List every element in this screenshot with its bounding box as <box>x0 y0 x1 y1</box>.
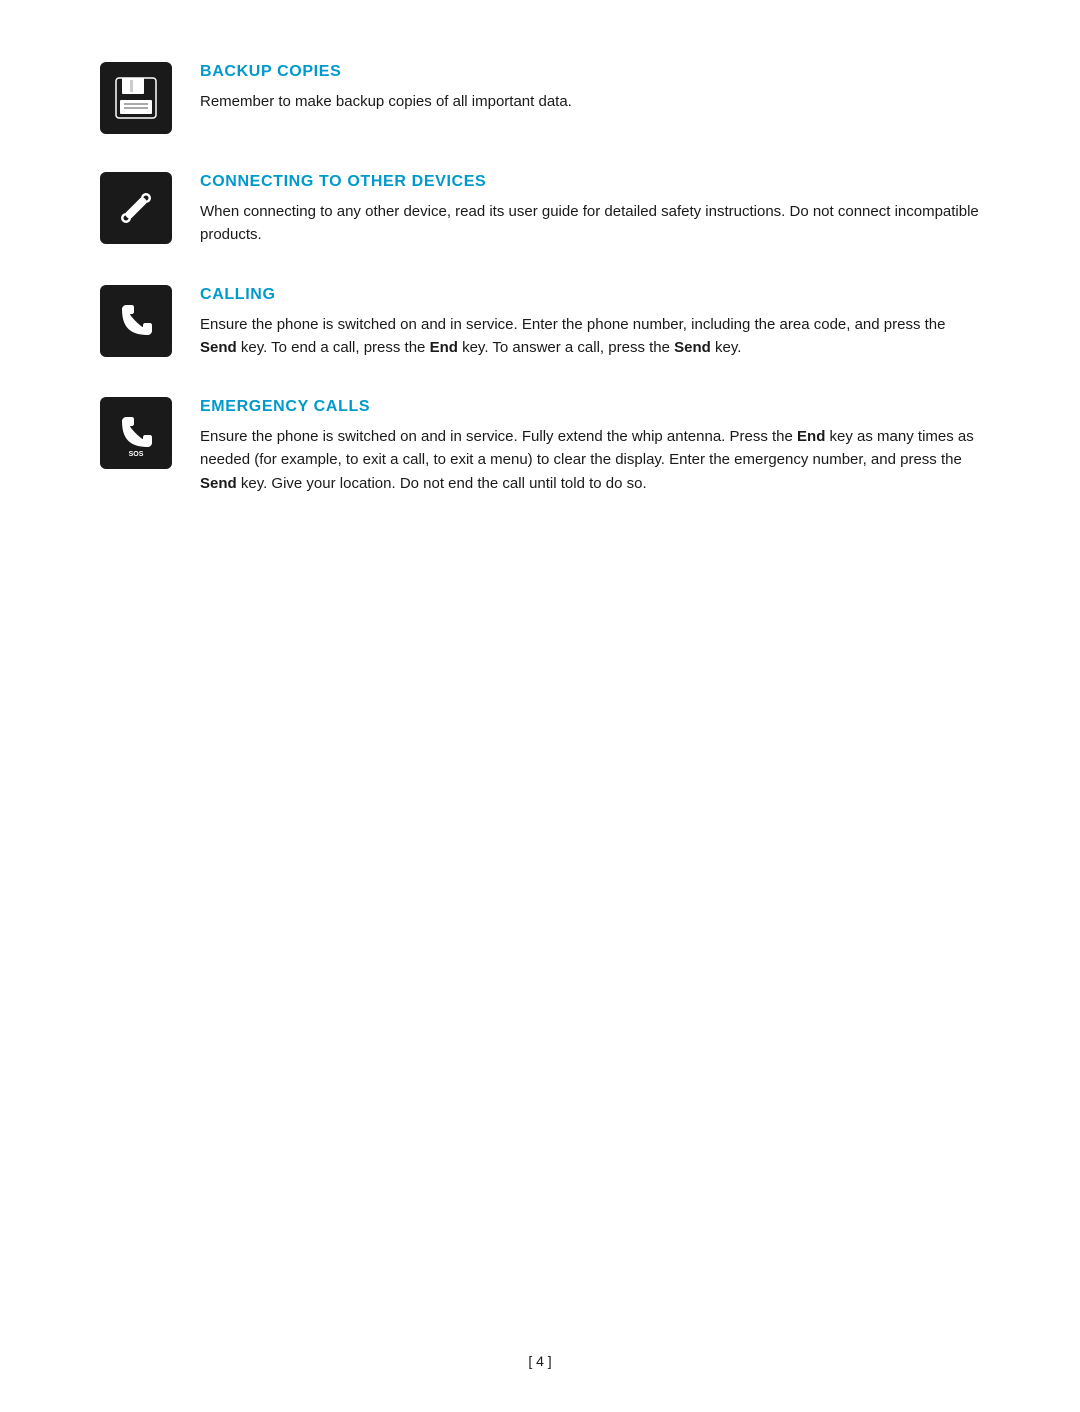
page-number: [ 4 ] <box>0 1351 1080 1372</box>
connecting-icon <box>112 184 160 232</box>
backup-copies-content: BACKUP COPIES Remember to make backup co… <box>200 60 980 113</box>
connecting-content: CONNECTING TO OTHER DEVICES When connect… <box>200 170 980 247</box>
section-backup-copies: BACKUP COPIES Remember to make backup co… <box>100 60 980 134</box>
backup-copies-icon-box <box>100 62 172 134</box>
connecting-icon-box <box>100 172 172 244</box>
emergency-calls-title: EMERGENCY CALLS <box>200 395 980 419</box>
svg-text:SOS: SOS <box>129 451 144 457</box>
phone-icon <box>112 297 160 345</box>
backup-copies-title: BACKUP COPIES <box>200 60 980 84</box>
phone-sos-icon: SOS <box>112 409 160 457</box>
section-calling: CALLING Ensure the phone is switched on … <box>100 283 980 360</box>
floppy-disk-icon <box>112 74 160 122</box>
calling-icon-box <box>100 285 172 357</box>
backup-copies-text: Remember to make backup copies of all im… <box>200 90 980 113</box>
emergency-calls-icon-box: SOS <box>100 397 172 469</box>
calling-text: Ensure the phone is switched on and in s… <box>200 313 980 360</box>
page: BACKUP COPIES Remember to make backup co… <box>0 0 1080 1412</box>
section-emergency-calls: SOS EMERGENCY CALLS Ensure the phone is … <box>100 395 980 495</box>
section-connecting: CONNECTING TO OTHER DEVICES When connect… <box>100 170 980 247</box>
connecting-text: When connecting to any other device, rea… <box>200 200 980 247</box>
emergency-calls-content: EMERGENCY CALLS Ensure the phone is swit… <box>200 395 980 495</box>
calling-content: CALLING Ensure the phone is switched on … <box>200 283 980 360</box>
emergency-calls-text: Ensure the phone is switched on and in s… <box>200 425 980 495</box>
calling-title: CALLING <box>200 283 980 307</box>
connecting-title: CONNECTING TO OTHER DEVICES <box>200 170 980 194</box>
